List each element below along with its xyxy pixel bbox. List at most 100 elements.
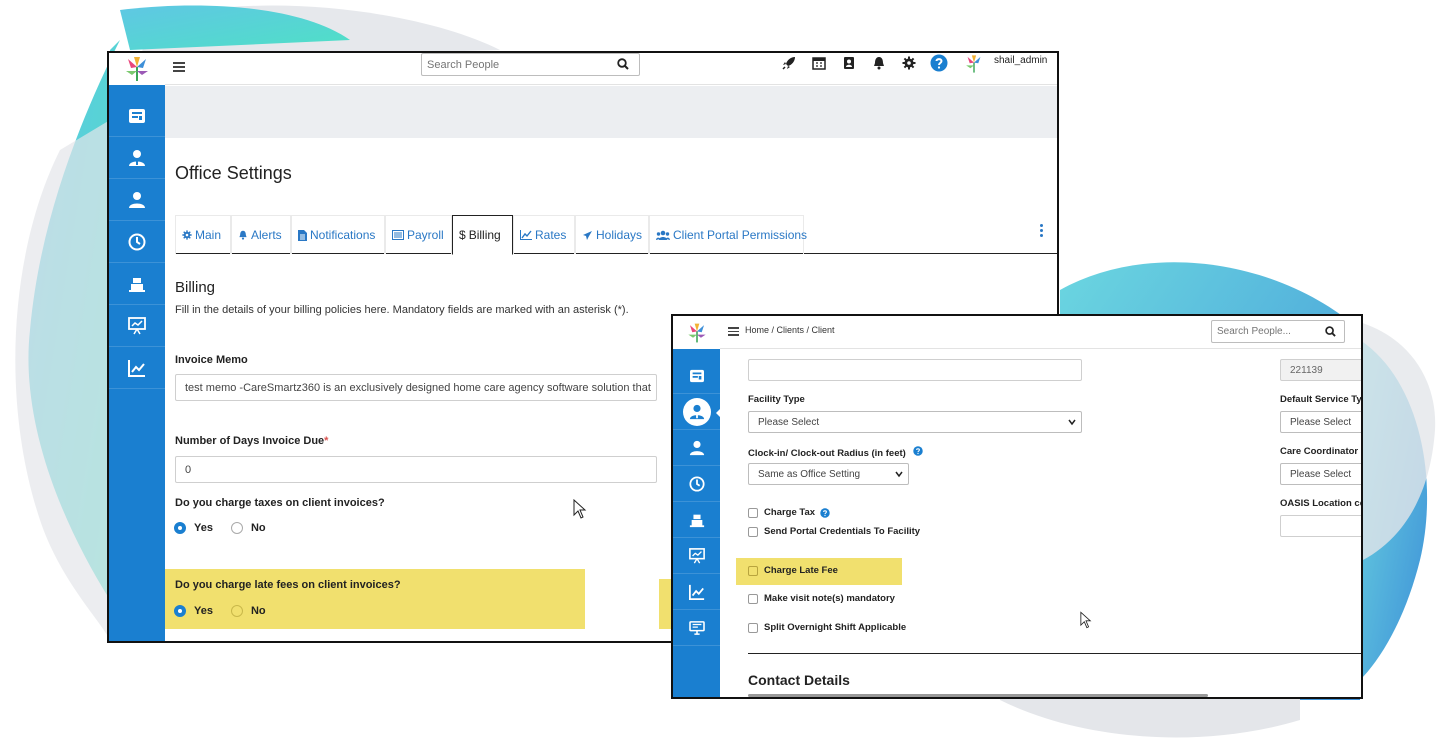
default-service-label: Default Service Typ <box>1280 394 1363 405</box>
clock-radius-select[interactable]: Same as Office Setting <box>748 463 909 485</box>
visit-notes-label: Make visit note(s) mandatory <box>764 593 895 604</box>
sidebar-item-clients[interactable] <box>673 430 720 466</box>
avatar[interactable] <box>962 54 986 79</box>
header-band <box>165 86 1057 138</box>
app-logo[interactable] <box>673 316 720 349</box>
sidebar-item-monitor[interactable] <box>673 610 720 646</box>
facility-type-select[interactable]: Please Select <box>748 411 1082 433</box>
client-icon <box>689 440 704 455</box>
charge-tax-checkbox[interactable] <box>748 507 758 518</box>
sidebar-item-analytics[interactable] <box>109 347 165 389</box>
default-service-value: Please Select <box>1290 417 1352 428</box>
menu-toggle-icon[interactable] <box>728 327 739 336</box>
visit-notes-checkbox[interactable] <box>748 593 758 604</box>
tab-billing[interactable]: $ Billing <box>452 215 513 255</box>
mouse-cursor-icon <box>573 499 587 519</box>
sidebar-nav <box>109 95 165 389</box>
care-coordinator-select[interactable]: Please Select <box>1280 463 1361 485</box>
section-description: Fill in the details of your billing poli… <box>175 304 629 316</box>
sidebar-item-dashboard[interactable] <box>673 358 720 394</box>
tab-notifications[interactable]: Notifications <box>291 215 385 254</box>
bell-icon <box>238 230 248 240</box>
invoice-memo-input[interactable]: test memo -CareSmartz360 is an exclusive… <box>175 374 657 401</box>
taxes-yes-label: Yes <box>194 522 213 534</box>
charge-tax-label: Charge Tax <box>764 507 816 518</box>
late-fee-no-radio[interactable] <box>230 605 243 617</box>
top-bar: Home / Clients / Client <box>720 316 1361 349</box>
contact-book-icon[interactable] <box>834 53 864 73</box>
tab-label: Main <box>195 228 222 242</box>
help-icon[interactable] <box>924 53 954 73</box>
tab-label: Holidays <box>596 228 643 242</box>
tab-main[interactable]: Main <box>175 215 231 254</box>
default-service-select[interactable]: Please Select <box>1280 411 1361 433</box>
rocket-icon[interactable] <box>774 53 804 73</box>
bell-icon[interactable] <box>864 53 894 73</box>
more-options-icon[interactable] <box>1039 224 1045 240</box>
clock-icon <box>128 233 146 250</box>
tab-rates[interactable]: Rates <box>513 215 575 254</box>
days-due-input[interactable]: 0 <box>175 456 657 483</box>
sidebar-item-reports[interactable] <box>109 305 165 347</box>
oasis-input[interactable] <box>1280 515 1361 537</box>
tab-label: Payroll <box>407 228 444 242</box>
client-id-input: 221139 <box>1280 359 1361 381</box>
tab-alerts[interactable]: Alerts <box>231 215 291 254</box>
charge-late-fee-row: Charge Late Fee <box>748 565 838 576</box>
portal-credentials-checkbox[interactable] <box>748 526 758 537</box>
caregiver-icon <box>689 404 704 419</box>
gear-icon <box>182 230 192 240</box>
taxes-yes-radio[interactable] <box>174 522 186 534</box>
sidebar-item-caregivers-active[interactable] <box>673 394 721 430</box>
dollar-icon: $ <box>459 228 466 242</box>
gear-icon[interactable] <box>894 53 924 73</box>
late-fee-yes-label: Yes <box>194 605 213 617</box>
search-icon[interactable] <box>1325 326 1336 337</box>
sidebar-item-billing[interactable] <box>109 263 165 305</box>
late-fee-yes-radio[interactable] <box>174 605 186 617</box>
billing-icon <box>689 514 704 527</box>
plane-icon <box>582 230 593 241</box>
care-coordinator-value: Please Select <box>1290 469 1352 480</box>
clock-icon <box>688 475 705 492</box>
sidebar-item-caregivers[interactable] <box>109 137 165 179</box>
user-name[interactable]: shail_admin <box>994 55 1047 66</box>
late-fee-highlight-edge <box>659 579 671 629</box>
sidebar <box>109 53 165 641</box>
breadcrumb[interactable]: Home / Clients / Client <box>745 325 835 335</box>
late-fee-no-label: No <box>250 605 266 617</box>
sidebar-item-billing[interactable] <box>673 502 720 538</box>
menu-toggle-icon[interactable] <box>173 62 185 72</box>
care-coordinator-label: Care Coordinator <box>1280 446 1359 457</box>
search-input[interactable] <box>1212 321 1312 342</box>
sidebar-item-schedule[interactable] <box>673 466 720 502</box>
late-fee-highlight <box>165 569 585 629</box>
top-text-input[interactable] <box>748 359 1082 381</box>
tab-client-portal-permissions[interactable]: Client Portal Permissions <box>649 215 807 254</box>
split-shift-checkbox[interactable] <box>748 622 758 633</box>
taxes-no-radio[interactable] <box>230 522 243 534</box>
split-shift-label: Split Overnight Shift Applicable <box>764 622 907 633</box>
chart-icon <box>128 359 145 377</box>
sidebar-item-clients[interactable] <box>109 179 165 221</box>
search-icon[interactable] <box>617 58 629 70</box>
billing-icon <box>129 277 145 292</box>
list-icon <box>392 230 404 240</box>
client-detail-window: Home / Clients / Client 221139 Facility … <box>671 314 1363 699</box>
sidebar-item-schedule[interactable] <box>109 221 165 263</box>
late-fee-radio-group: Yes No <box>174 605 284 617</box>
caregiver-icon <box>129 149 145 166</box>
calendar-icon[interactable] <box>804 53 834 73</box>
charge-late-fee-checkbox[interactable] <box>748 565 758 576</box>
help-icon[interactable] <box>820 507 830 518</box>
required-marker: * <box>324 435 329 447</box>
search-input[interactable] <box>422 54 602 75</box>
app-logo[interactable] <box>109 53 165 85</box>
tab-payroll[interactable]: Payroll <box>385 215 452 254</box>
sidebar-item-analytics[interactable] <box>673 574 720 610</box>
sidebar-item-dashboard[interactable] <box>109 95 165 137</box>
sidebar-item-reports[interactable] <box>673 538 720 574</box>
tab-holidays[interactable]: Holidays <box>575 215 649 254</box>
monitor-icon <box>688 620 705 635</box>
help-icon[interactable] <box>913 446 924 456</box>
